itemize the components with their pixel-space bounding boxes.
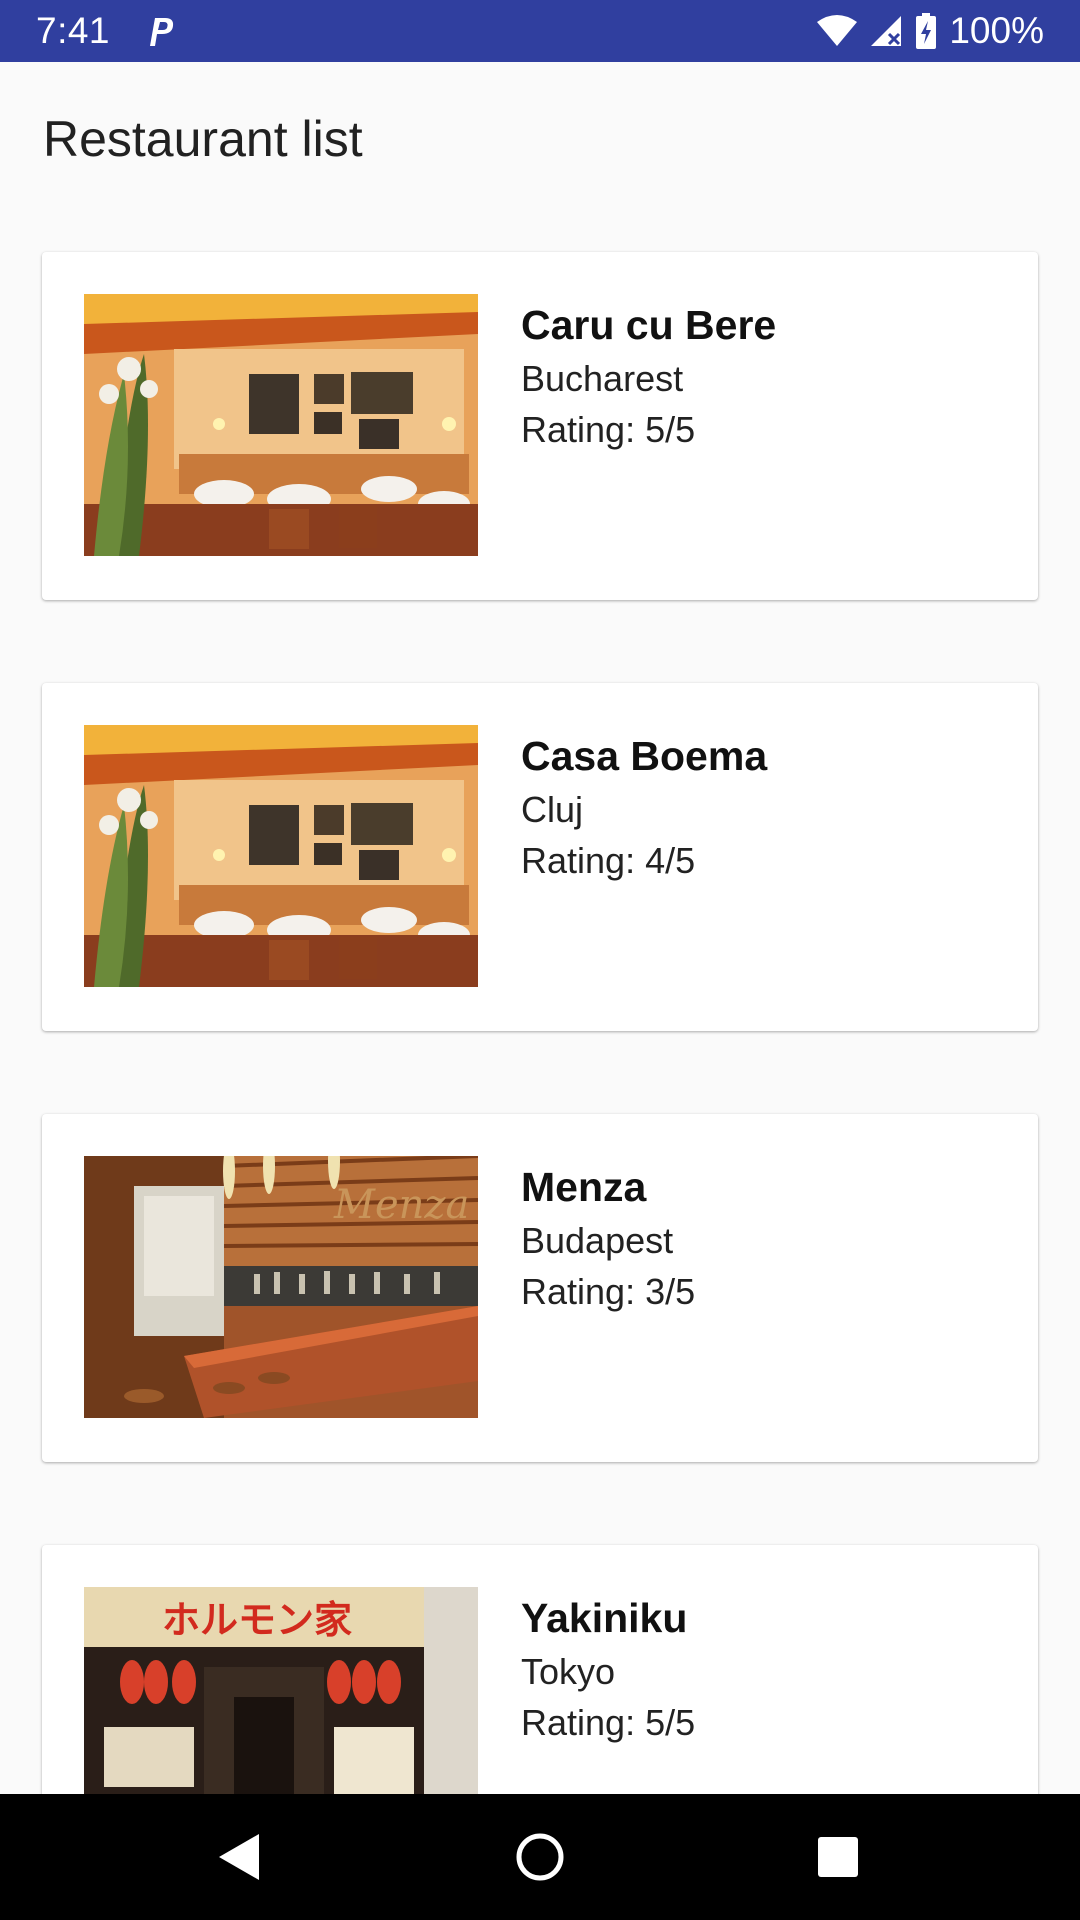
restaurant-rating: Rating: 5/5 xyxy=(521,1702,696,1743)
home-circle-icon[interactable] xyxy=(505,1822,575,1892)
restaurant-city: Cluj xyxy=(521,789,584,830)
restaurant-name: Yakiniku xyxy=(521,1595,688,1641)
restaurant-rating: Rating: 4/5 xyxy=(521,840,696,881)
restaurant-dining-room-photo xyxy=(84,294,478,556)
japanese-storefront-photo: ホルモン家 xyxy=(84,1587,478,1794)
navigation-bar xyxy=(0,1794,1080,1920)
restaurant-name: Menza xyxy=(521,1164,647,1210)
restaurant-card[interactable]: ホルモン家 Yakiniku Tokyo Rating: 5/5 xyxy=(42,1545,1038,1794)
restaurant-name: Casa Boema xyxy=(521,733,768,779)
restaurant-card[interactable]: Caru cu Bere Bucharest Rating: 5/5 xyxy=(42,252,1038,600)
restaurant-dining-room-photo xyxy=(84,725,478,987)
restaurant-list[interactable]: Caru cu Bere Bucharest Rating: 5/5 Casa … xyxy=(0,0,1080,1794)
restaurant-rating: Rating: 5/5 xyxy=(521,409,696,450)
svg-text:ホルモン家: ホルモン家 xyxy=(162,1598,352,1642)
restaurant-rating: Rating: 3/5 xyxy=(521,1271,696,1312)
restaurant-card[interactable]: Casa Boema Cluj Rating: 4/5 xyxy=(42,683,1038,1031)
svg-text:Menza: Menza xyxy=(333,1182,469,1228)
back-triangle-icon[interactable] xyxy=(204,1822,274,1892)
restaurant-city: Budapest xyxy=(521,1220,674,1261)
recents-square-icon[interactable] xyxy=(803,1822,873,1892)
restaurant-city: Tokyo xyxy=(521,1651,616,1692)
restaurant-card[interactable]: Menza Menza Budapest Rating: 3/5 xyxy=(42,1114,1038,1462)
restaurant-name: Caru cu Bere xyxy=(521,302,777,348)
restaurant-city: Bucharest xyxy=(521,358,684,399)
restaurant-bar-counter-photo: Menza xyxy=(84,1156,478,1418)
